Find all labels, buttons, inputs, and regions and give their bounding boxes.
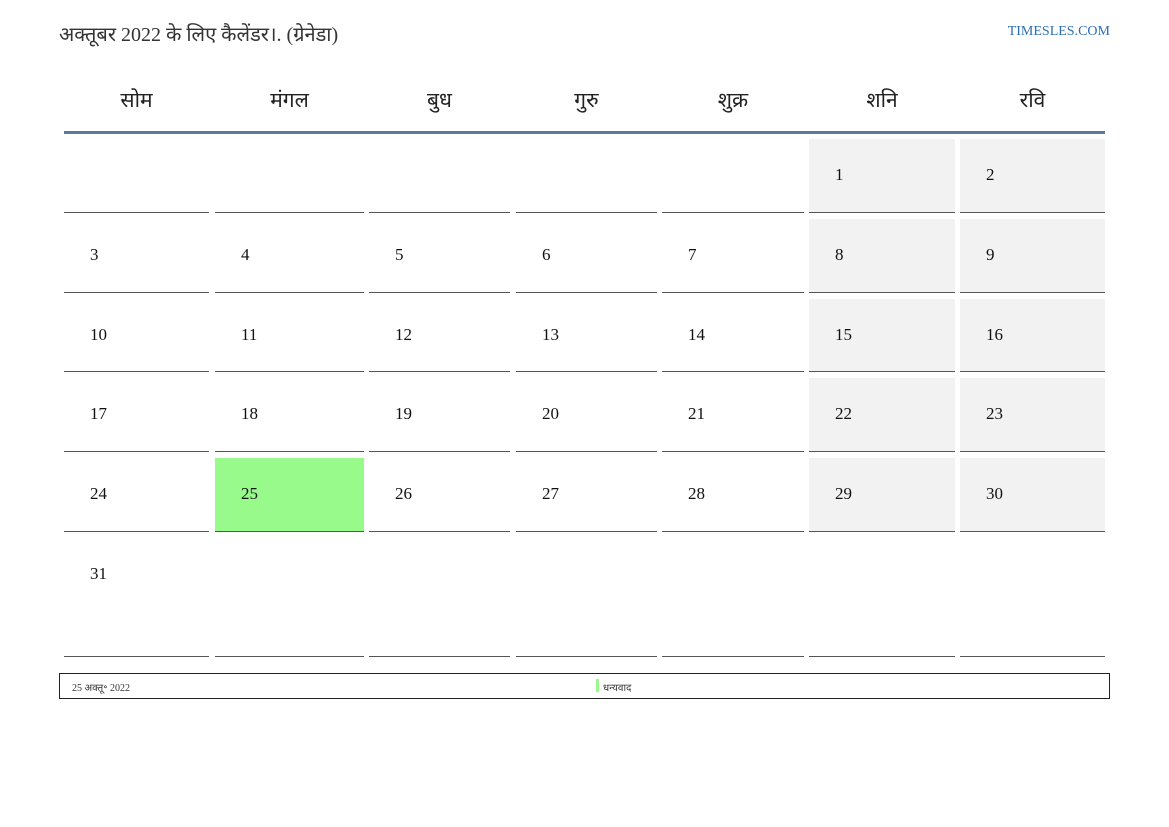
day-number: 28 <box>688 484 705 503</box>
calendar-day-cell[interactable]: 19 <box>369 378 510 452</box>
calendar-day-cell[interactable]: 11 <box>215 299 364 372</box>
calendar-day-cell[interactable]: 28 <box>662 458 804 532</box>
calendar-empty-cell <box>809 538 955 657</box>
calendar-day-cell[interactable]: 9 <box>960 219 1105 293</box>
day-number: 20 <box>542 404 559 423</box>
site-link[interactable]: TIMESLES.COM <box>1008 24 1110 40</box>
calendar-empty-cell <box>215 139 364 213</box>
footer-highlight-marker <box>596 679 599 692</box>
calendar-day-cell[interactable]: 10 <box>64 299 209 372</box>
day-number: 23 <box>986 404 1003 423</box>
day-number: 14 <box>688 325 705 344</box>
calendar-day-cell[interactable]: 21 <box>662 378 804 452</box>
weekday-sun: रवि <box>1019 88 1046 112</box>
calendar-empty-cell <box>662 538 804 657</box>
day-number: 2 <box>986 165 995 184</box>
calendar-day-cell[interactable]: 15 <box>809 299 955 372</box>
day-number: 26 <box>395 484 412 503</box>
calendar-day-cell[interactable]: 25 <box>215 458 364 532</box>
day-number: 24 <box>90 484 107 503</box>
day-number: 18 <box>241 404 258 423</box>
calendar-day-cell[interactable]: 3 <box>64 219 209 293</box>
calendar-empty-cell <box>516 538 657 657</box>
calendar-day-cell[interactable]: 23 <box>960 378 1105 452</box>
day-number: 31 <box>90 564 107 583</box>
day-number: 1 <box>835 165 844 184</box>
weekday-header-row: सोम मंगल बुध गुरु शुक्र शनि रवि <box>64 80 1105 134</box>
day-number: 8 <box>835 245 844 264</box>
day-number: 21 <box>688 404 705 423</box>
day-number: 11 <box>241 325 258 344</box>
calendar-day-cell[interactable]: 18 <box>215 378 364 452</box>
day-number: 13 <box>542 325 559 344</box>
day-number: 16 <box>986 325 1003 344</box>
day-number: 7 <box>688 245 697 264</box>
calendar-day-cell[interactable]: 31 <box>64 538 209 657</box>
calendar-day-cell[interactable]: 4 <box>215 219 364 293</box>
day-number: 4 <box>241 245 250 264</box>
calendar-day-cell[interactable]: 13 <box>516 299 657 372</box>
weekday-fri: शुक्र <box>717 88 749 112</box>
calendar-day-cell[interactable]: 16 <box>960 299 1105 372</box>
calendar-day-cell[interactable]: 12 <box>369 299 510 372</box>
calendar-day-cell[interactable]: 6 <box>516 219 657 293</box>
weekday-tue: मंगल <box>270 88 309 112</box>
day-number: 27 <box>542 484 559 503</box>
day-number: 19 <box>395 404 412 423</box>
calendar-empty-cell <box>662 139 804 213</box>
calendar-day-cell[interactable]: 7 <box>662 219 804 293</box>
day-number: 25 <box>241 484 258 503</box>
calendar-empty-cell <box>369 139 510 213</box>
day-number: 6 <box>542 245 551 264</box>
page-title: अक्तूबर 2022 के लिए कैलेंडर।. (ग्रेनेडा) <box>59 24 339 46</box>
calendar-empty-cell <box>369 538 510 657</box>
calendar-day-cell[interactable]: 14 <box>662 299 804 372</box>
weekday-wed: बुध <box>427 88 452 112</box>
day-number: 9 <box>986 245 995 264</box>
day-number: 22 <box>835 404 852 423</box>
calendar-day-cell[interactable]: 29 <box>809 458 955 532</box>
calendar-empty-cell <box>64 139 209 213</box>
calendar-day-cell[interactable]: 24 <box>64 458 209 532</box>
day-number: 30 <box>986 484 1003 503</box>
footer-thanks: धन्यवाद <box>603 683 632 694</box>
calendar-day-cell[interactable]: 30 <box>960 458 1105 532</box>
footer-bar: 25 अक्तू॰ 2022 धन्यवाद <box>59 673 1110 699</box>
calendar-day-cell[interactable]: 2 <box>960 139 1105 213</box>
day-number: 3 <box>90 245 99 264</box>
calendar-day-cell[interactable]: 8 <box>809 219 955 293</box>
calendar-day-cell[interactable]: 20 <box>516 378 657 452</box>
weekday-thu: गुरु <box>574 88 599 112</box>
calendar-day-cell[interactable]: 26 <box>369 458 510 532</box>
calendar-empty-cell <box>960 538 1105 657</box>
calendar-day-cell[interactable]: 5 <box>369 219 510 293</box>
calendar-day-cell[interactable]: 1 <box>809 139 955 213</box>
day-number: 17 <box>90 404 107 423</box>
calendar-day-cell[interactable]: 22 <box>809 378 955 452</box>
day-number: 10 <box>90 325 107 344</box>
weekday-sat: शनि <box>866 88 898 112</box>
weekday-mon: सोम <box>120 88 153 112</box>
day-number: 29 <box>835 484 852 503</box>
footer-date: 25 अक्तू॰ 2022 <box>72 683 130 694</box>
day-number: 5 <box>395 245 404 264</box>
calendar-empty-cell <box>516 139 657 213</box>
calendar-day-cell[interactable]: 17 <box>64 378 209 452</box>
calendar-empty-cell <box>215 538 364 657</box>
day-number: 15 <box>835 325 852 344</box>
day-number: 12 <box>395 325 412 344</box>
calendar-day-cell[interactable]: 27 <box>516 458 657 532</box>
